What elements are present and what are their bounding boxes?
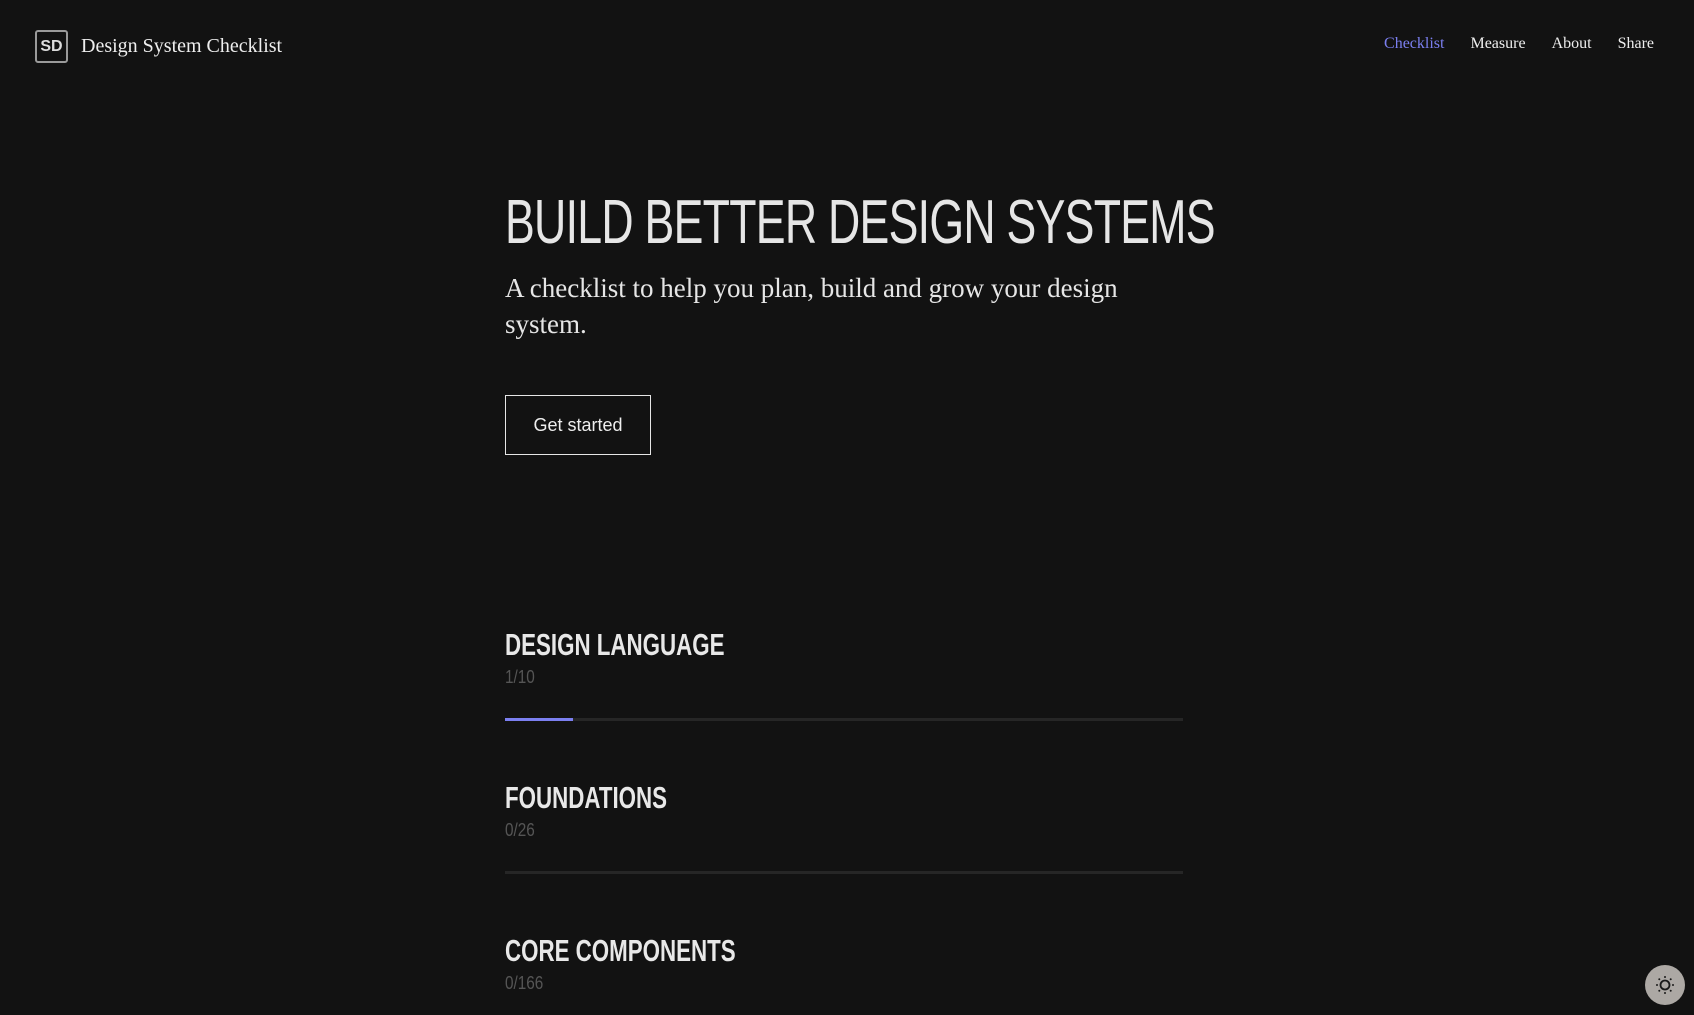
section-count: 0/166	[505, 973, 544, 993]
logo-link[interactable]: SD Design System Checklist	[35, 30, 282, 63]
progress-bar	[505, 718, 1183, 721]
nav-about[interactable]: About	[1552, 35, 1592, 53]
hero-subtitle: A checklist to help you plan, build and …	[505, 273, 1118, 339]
site-title: Design System Checklist	[81, 35, 283, 57]
progress-fill	[505, 718, 573, 721]
nav-share[interactable]: Share	[1618, 35, 1654, 53]
section-design-language[interactable]: DESIGN LANGUAGE 1/10	[505, 627, 1183, 721]
section-count: 0/26	[505, 820, 535, 840]
get-started-button[interactable]: Get started	[505, 395, 651, 455]
logo-mark: SD	[35, 30, 68, 63]
nav-checklist[interactable]: Checklist	[1384, 35, 1444, 53]
section-count: 1/10	[505, 667, 535, 687]
section-core-components[interactable]: CORE COMPONENTS 0/166	[505, 933, 1183, 994]
main-nav: Checklist Measure About Share	[1384, 35, 1654, 53]
section-title: DESIGN LANGUAGE	[505, 627, 725, 662]
progress-bar	[505, 871, 1183, 874]
nav-measure[interactable]: Measure	[1470, 35, 1525, 53]
section-foundations[interactable]: FOUNDATIONS 0/26	[505, 780, 1183, 874]
hero: BUILD BETTER DESIGN SYSTEMS A checklist …	[505, 188, 1216, 342]
section-title: FOUNDATIONS	[505, 780, 668, 815]
section-title: CORE COMPONENTS	[505, 933, 736, 968]
theme-toggle-button[interactable]	[1645, 965, 1685, 1005]
hero-title: BUILD BETTER DESIGN SYSTEMS	[505, 188, 1216, 257]
sun-icon	[1656, 976, 1674, 994]
